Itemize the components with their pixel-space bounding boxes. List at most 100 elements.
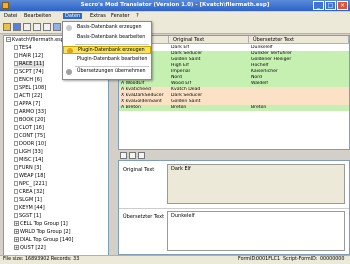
copy-icon[interactable] (120, 152, 127, 159)
tree-root[interactable]: − Kvatch\fllermath.esp (6, 37, 64, 44)
refresh-icon[interactable] (53, 23, 61, 31)
tree-item[interactable]: SCPT [74] (14, 69, 44, 76)
detail-panel: Original Text Dark Elf Übersetzter Text … (118, 160, 350, 255)
table-row[interactable]: A Breton Breton Breton (119, 105, 349, 111)
menu-item-plugin-db-bearbeiten[interactable]: Plugin-Datenbank bearbeiten (63, 56, 151, 64)
tree-item[interactable]: CONT [75] (14, 133, 45, 140)
record-icon (14, 77, 18, 82)
expand-icon[interactable]: + (14, 237, 19, 242)
menu-extras[interactable]: Extras (88, 13, 108, 19)
open-icon[interactable] (3, 23, 11, 31)
column-header-original[interactable]: Original Text (169, 36, 249, 44)
daten-dropdown-menu: Basis-Datenbank erzeugen Basis-Datenbank… (62, 21, 152, 80)
record-icon (14, 125, 18, 130)
tree-item[interactable]: + CELL Top Group [1] (14, 221, 68, 228)
tree-item[interactable]: SPEL [108] (14, 85, 46, 92)
formid-value: 0001FLC1 (256, 257, 281, 262)
record-icon (14, 213, 18, 218)
tree-item[interactable]: RACE [11] (14, 61, 45, 68)
column-header-translated[interactable]: Übersetzter Text (249, 36, 349, 44)
clear-icon[interactable] (138, 152, 145, 159)
expand-icon[interactable]: + (14, 245, 19, 250)
menu-bearbeiten[interactable]: Bearbeiten (22, 13, 53, 19)
edit-icon[interactable] (129, 152, 136, 159)
tree-item[interactable]: TES4 (14, 45, 32, 52)
tree-item[interactable]: SGST [1] (14, 213, 41, 220)
menu-item-basis-db-bearbeiten[interactable]: Basis-Datenbank bearbeiten (63, 34, 151, 42)
tree-item[interactable]: KEYM [44] (14, 205, 45, 212)
tree-item[interactable]: ACTI [22] (14, 93, 42, 100)
record-icon (14, 133, 18, 138)
tree-item[interactable]: MISC [14] (14, 157, 43, 164)
window-controls: _ □ × (313, 1, 348, 10)
database-icon (66, 25, 72, 31)
tree-item[interactable]: DOOR [10] (14, 141, 46, 148)
maximize-button[interactable]: □ (325, 1, 336, 10)
close-button[interactable]: × (337, 1, 348, 10)
record-icon (14, 69, 18, 74)
import-icon[interactable] (33, 23, 41, 31)
tree-item[interactable]: APPA [7] (14, 101, 40, 108)
title-bar: Secro's Mod Translator (Version 1.0) - [… (0, 0, 350, 11)
apply-icon (66, 69, 72, 75)
menu-item-plugin-db-erzeugen[interactable]: Plugin-Datenbank erzeugen (63, 46, 151, 54)
save-all-icon[interactable] (23, 23, 31, 31)
record-icon (14, 53, 18, 58)
menu-help[interactable]: ? (134, 13, 141, 19)
record-icon (14, 173, 18, 178)
record-icon (14, 93, 18, 98)
record-icon (14, 165, 18, 170)
tree-item[interactable]: CREA [32] (14, 189, 44, 196)
cell-orig: Breton (171, 105, 187, 110)
record-icon (14, 149, 18, 154)
tree-item[interactable]: NPC_ [221] (14, 181, 47, 188)
tree-item[interactable]: SLGM [1] (14, 197, 42, 204)
translation-grid[interactable]: Original Text Übersetzter Text Dark Elf D… (118, 35, 350, 150)
tree-item[interactable]: FURN [3] (14, 165, 41, 172)
menu-separator (75, 44, 149, 45)
tree-item[interactable]: ENCH [6] (14, 77, 42, 84)
menu-daten[interactable]: Daten (63, 13, 83, 19)
tree-item[interactable]: WEAP [18] (14, 173, 45, 180)
collapse-icon[interactable]: − (6, 37, 11, 42)
tree-item[interactable]: + QUST [22] (14, 245, 46, 252)
record-icon (14, 197, 18, 202)
tree-item[interactable]: HAIR [12] (14, 53, 43, 60)
detail-toolbar (118, 150, 348, 160)
export-icon[interactable] (43, 23, 51, 31)
tree-item[interactable]: BOOK [20] (14, 117, 45, 124)
toolbar (0, 21, 350, 34)
record-icon (14, 157, 18, 162)
record-icon (14, 205, 18, 210)
menu-separator (75, 66, 149, 67)
tree-item[interactable]: + DIAL Top Group [140] (14, 237, 73, 244)
script-formid-value: 00000000 (320, 257, 345, 262)
plugin-db-icon (67, 48, 73, 54)
menu-item-basis-db-erzeugen[interactable]: Basis-Datenbank erzeugen (63, 24, 151, 32)
save-icon[interactable] (13, 23, 21, 31)
menu-bar: Datei Bearbeiten Daten Extras Fenster ? (0, 12, 350, 21)
original-text-label: Original Text (123, 167, 155, 173)
original-text-box: Dark Elf (167, 164, 345, 204)
detail-separator (119, 208, 349, 209)
menu-datei[interactable]: Datei (2, 13, 19, 19)
record-icon (14, 45, 18, 50)
record-icon (14, 109, 18, 114)
menu-item-uebersetzungen-uebernehmen[interactable]: Übersetzungen übernehmen (63, 68, 151, 76)
record-icon (14, 141, 18, 146)
tree-item[interactable]: + WRLD Top Group [2] (14, 229, 71, 236)
window-title: Secro's Mod Translator (Version 1.0) - [… (80, 2, 270, 8)
cell-id: A Breton (121, 105, 141, 110)
file-size-status: File size: 16893902 Records: 33 (3, 257, 80, 262)
menu-fenster[interactable]: Fenster (109, 13, 132, 19)
tree-item[interactable]: ARMO [33] (14, 109, 46, 116)
record-icon (14, 189, 18, 194)
expand-icon[interactable]: + (14, 221, 19, 226)
record-icon (14, 85, 18, 90)
translated-text-field[interactable]: Dunkelelf (167, 211, 345, 251)
minimize-button[interactable]: _ (313, 1, 324, 10)
expand-icon[interactable]: + (14, 229, 19, 234)
tree-item[interactable]: LIGH [33] (14, 149, 43, 156)
tree-item[interactable]: CLOT [16] (14, 125, 44, 132)
record-icon (14, 181, 18, 186)
